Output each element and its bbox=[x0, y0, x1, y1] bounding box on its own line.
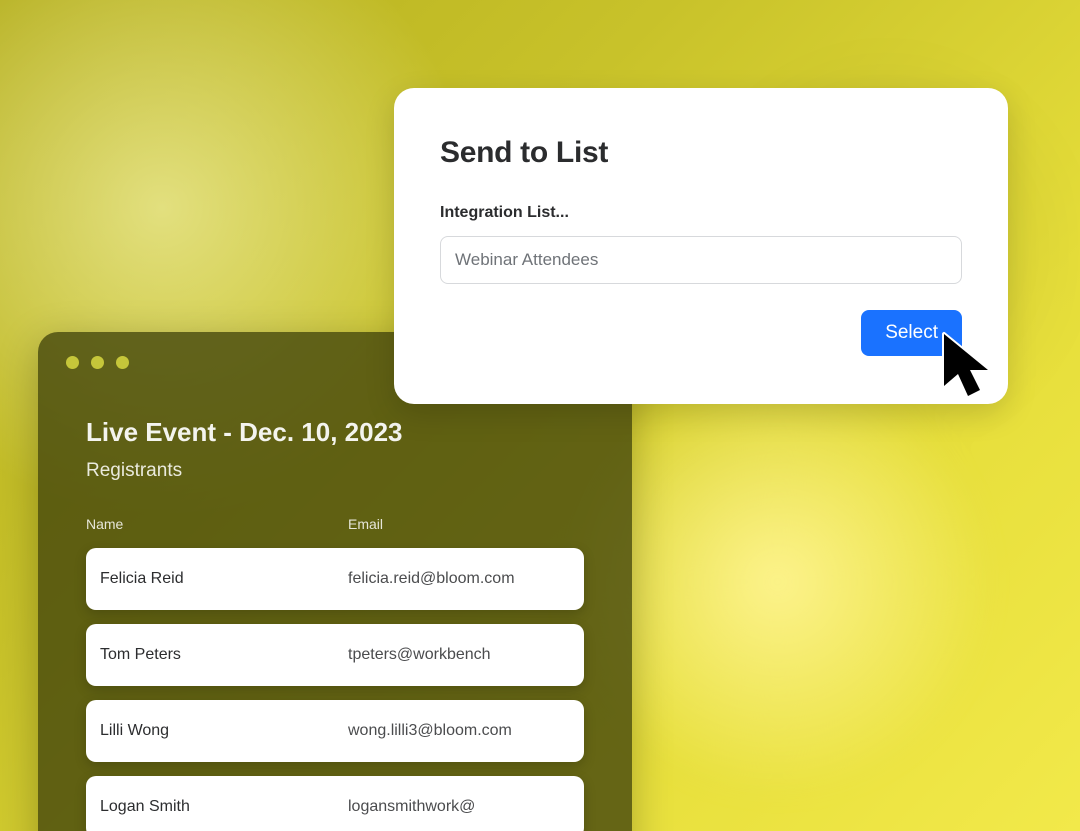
traffic-dot-close[interactable] bbox=[66, 356, 79, 369]
cell-email: tpeters@workbench bbox=[348, 646, 570, 664]
modal-title: Send to List bbox=[440, 136, 962, 170]
select-button[interactable]: Select bbox=[861, 310, 962, 356]
cell-name: Logan Smith bbox=[100, 798, 348, 816]
table-row[interactable]: Felicia Reid felicia.reid@bloom.com bbox=[86, 548, 584, 610]
table-row[interactable]: Lilli Wong wong.lilli3@bloom.com bbox=[86, 700, 584, 762]
send-to-list-modal: Send to List Integration List... Select bbox=[394, 88, 1008, 404]
modal-actions: Select bbox=[440, 310, 962, 356]
cell-email: logansmithwork@ bbox=[348, 798, 570, 816]
stage: Live Event - Dec. 10, 2023 Registrants N… bbox=[0, 0, 1080, 831]
cell-name: Felicia Reid bbox=[100, 570, 348, 588]
integration-list-label: Integration List... bbox=[440, 204, 962, 222]
traffic-dot-zoom[interactable] bbox=[116, 356, 129, 369]
column-header-name: Name bbox=[86, 516, 348, 532]
cell-name: Lilli Wong bbox=[100, 722, 348, 740]
cell-name: Tom Peters bbox=[100, 646, 348, 664]
cell-email: felicia.reid@bloom.com bbox=[348, 570, 570, 588]
column-header-email: Email bbox=[348, 516, 584, 532]
registrants-window: Live Event - Dec. 10, 2023 Registrants N… bbox=[38, 332, 632, 831]
table-row[interactable]: Tom Peters tpeters@workbench bbox=[86, 624, 584, 686]
cell-email: wong.lilli3@bloom.com bbox=[348, 722, 570, 740]
registrants-subtitle: Registrants bbox=[86, 460, 584, 482]
traffic-dot-minimize[interactable] bbox=[91, 356, 104, 369]
registrants-title: Live Event - Dec. 10, 2023 bbox=[86, 417, 584, 448]
table-row[interactable]: Logan Smith logansmithwork@ bbox=[86, 776, 584, 831]
table-rows: Felicia Reid felicia.reid@bloom.com Tom … bbox=[86, 548, 584, 831]
table-header: Name Email bbox=[86, 516, 584, 532]
integration-list-input[interactable] bbox=[440, 236, 962, 284]
